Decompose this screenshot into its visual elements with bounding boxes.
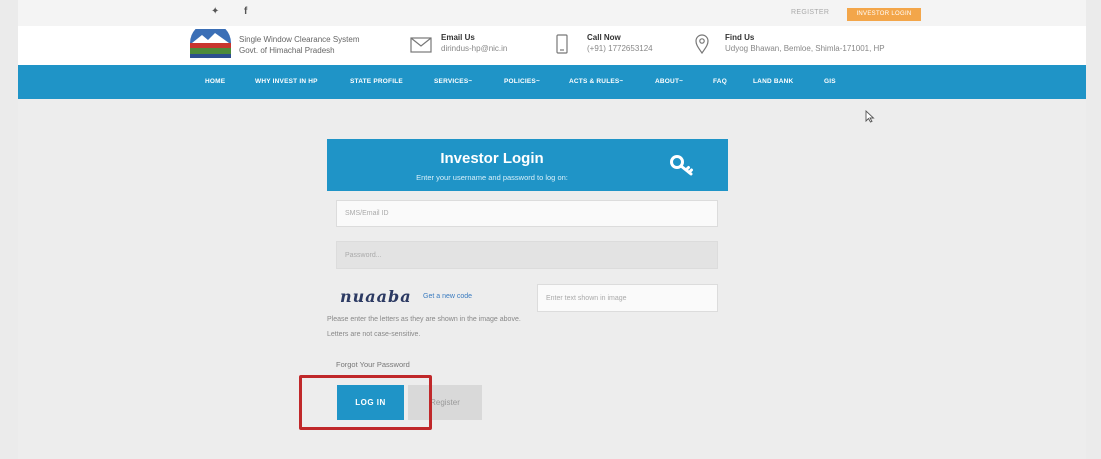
site-name: Single Window Clearance System Govt. of … (239, 34, 360, 56)
login-panel-header: Investor Login Enter your username and p… (327, 139, 728, 191)
site-name-line1: Single Window Clearance System (239, 35, 360, 44)
key-icon (670, 155, 693, 176)
map-pin-icon (695, 34, 709, 54)
captcha-placeholder: Enter text shown in image (546, 294, 627, 302)
captcha-input[interactable]: Enter text shown in image (537, 284, 718, 312)
nav-land-bank[interactable]: LAND BANK (753, 78, 793, 85)
captcha-image: nuaaba (340, 287, 412, 306)
nav-state-profile[interactable]: STATE PROFILE (350, 78, 403, 85)
email-placeholder: SMS/Email ID (345, 210, 389, 217)
nav-why-invest[interactable]: WHY INVEST IN HP (255, 78, 318, 85)
call-title: Call Now (587, 33, 621, 42)
login-subtitle: Enter your username and password to log … (416, 173, 568, 182)
nav-about[interactable]: ABOUT~ (655, 78, 683, 85)
highlight-box (299, 375, 432, 430)
find-title: Find Us (725, 33, 755, 42)
email-contact: Email Us dirindus-hp@nic.in (441, 32, 507, 54)
email-input[interactable]: SMS/Email ID (336, 200, 718, 227)
nav-services[interactable]: SERVICES~ (434, 78, 472, 85)
nav-gis[interactable]: GIS (824, 78, 836, 85)
password-placeholder: Password... (345, 251, 382, 259)
find-contact: Find Us Udyog Bhawan, Bemloe, Shimla-171… (725, 32, 885, 54)
envelope-icon (410, 37, 432, 53)
call-contact: Call Now (+91) 1772653124 (587, 32, 653, 54)
nav-policies[interactable]: POLICIES~ (504, 78, 540, 85)
top-utility-bar: ✦ f REGISTER INVESTOR LOGIN (18, 0, 1086, 26)
himachal-logo[interactable] (188, 29, 233, 61)
captcha-help-line1: Please enter the letters as they are sho… (327, 316, 521, 323)
site-name-line2: Govt. of Himachal Pradesh (239, 46, 335, 55)
register-link[interactable]: REGISTER (791, 9, 829, 16)
call-value: (+91) 1772653124 (587, 44, 653, 53)
twitter-icon[interactable]: ✦ (211, 6, 219, 17)
login-title: Investor Login (440, 150, 544, 167)
site-header: Single Window Clearance System Govt. of … (18, 26, 1086, 65)
find-value: Udyog Bhawan, Bemloe, Shimla-171001, HP (725, 44, 885, 53)
forgot-password-link[interactable]: Forgot Your Password (336, 360, 410, 369)
new-code-link[interactable]: Get a new code (423, 293, 472, 300)
email-title: Email Us (441, 33, 475, 42)
page: ✦ f REGISTER INVESTOR LOGIN Single Windo… (18, 0, 1086, 459)
nav-home[interactable]: HOME (205, 78, 225, 85)
nav-faq[interactable]: FAQ (713, 78, 727, 85)
investor-login-button[interactable]: INVESTOR LOGIN (847, 8, 921, 21)
captcha-help-line2: Letters are not case-sensitive. (327, 331, 421, 338)
phone-icon (556, 34, 568, 54)
nav-acts-rules[interactable]: ACTS & RULES~ (569, 78, 623, 85)
mouse-cursor-icon (865, 110, 875, 123)
password-input[interactable]: Password... (336, 241, 718, 269)
facebook-icon[interactable]: f (244, 6, 247, 17)
email-value[interactable]: dirindus-hp@nic.in (441, 43, 507, 54)
main-nav: HOME WHY INVEST IN HP STATE PROFILE SERV… (18, 65, 1086, 99)
